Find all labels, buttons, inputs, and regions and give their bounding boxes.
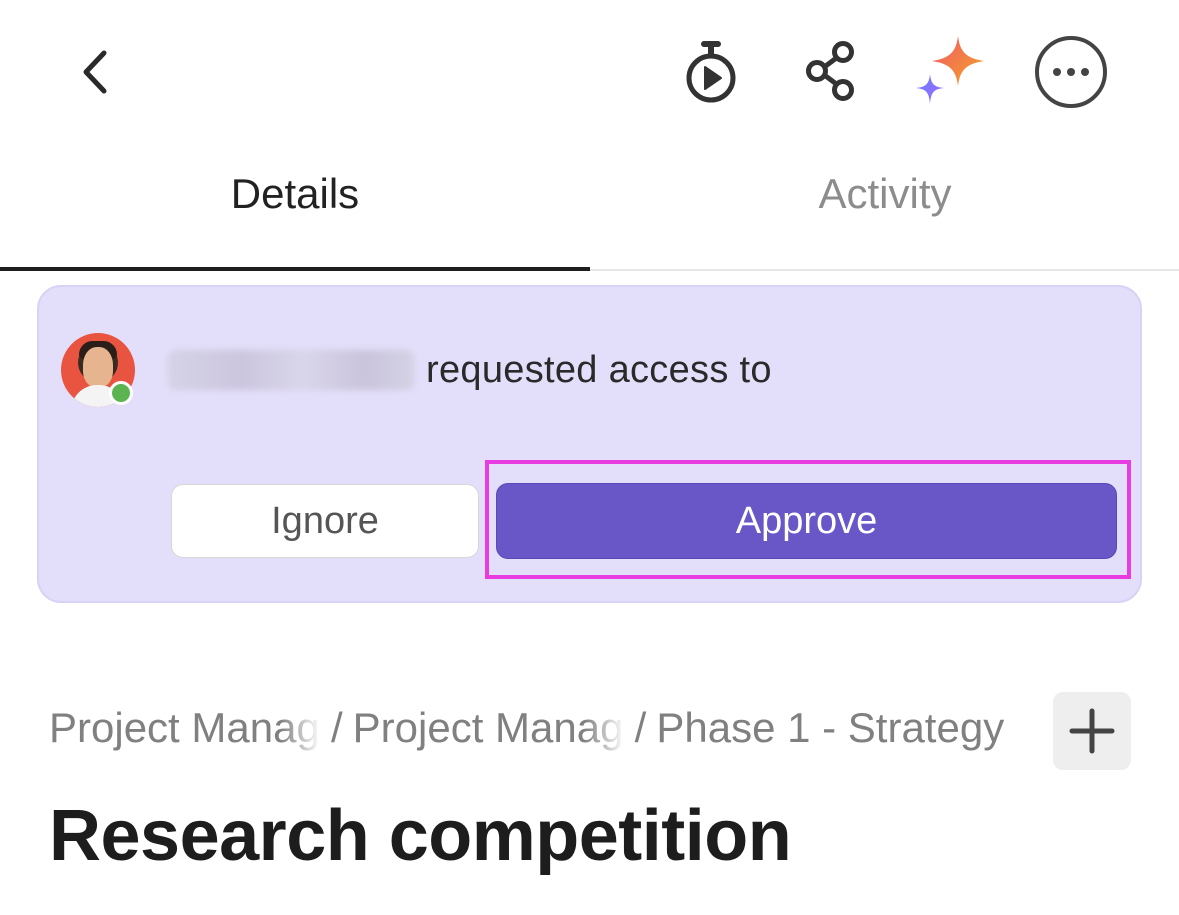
requester-name-redacted (168, 350, 414, 390)
tab-details[interactable]: Details (0, 170, 590, 218)
more-options-icon (1035, 36, 1107, 108)
add-button[interactable] (1053, 692, 1131, 770)
approve-button[interactable]: Approve (496, 483, 1117, 559)
timer-play-icon (686, 41, 736, 103)
share-icon (806, 41, 854, 101)
share-button[interactable] (800, 38, 862, 104)
task-title[interactable]: Research competition (49, 795, 792, 877)
timer-button[interactable] (678, 36, 744, 108)
plus-icon (1069, 708, 1115, 754)
online-status-dot (109, 381, 133, 405)
ai-assistant-button[interactable] (912, 34, 988, 108)
ai-sparkle-icon (916, 36, 984, 104)
chevron-left-icon (83, 50, 107, 94)
breadcrumb-item-folder[interactable]: Project Management (353, 704, 625, 752)
tab-activity[interactable]: Activity (590, 170, 1179, 218)
more-options-button[interactable] (1032, 34, 1110, 110)
breadcrumb: Project Management / Project Management … (49, 704, 1004, 752)
request-message: requested access to (426, 349, 772, 391)
breadcrumb-separator: / (331, 704, 343, 751)
avatar-face (83, 347, 113, 387)
back-button[interactable] (64, 40, 128, 104)
breadcrumb-item-space[interactable]: Project Management (49, 704, 321, 752)
breadcrumb-separator: / (634, 704, 647, 751)
active-tab-indicator (0, 267, 590, 271)
ignore-button[interactable]: Ignore (171, 484, 479, 558)
breadcrumb-item-list[interactable]: Phase 1 - Strategy (656, 704, 1004, 752)
